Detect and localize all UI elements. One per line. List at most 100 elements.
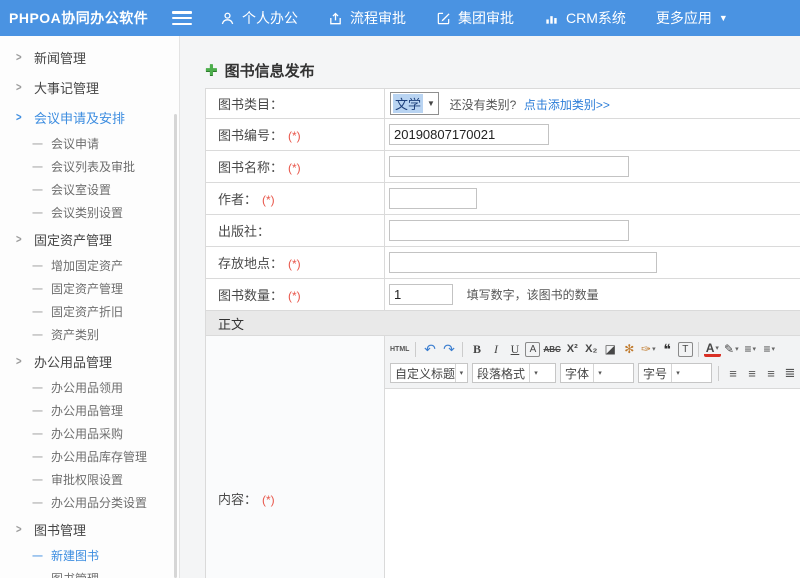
- menu-icon[interactable]: [172, 11, 192, 25]
- quantity-input[interactable]: [389, 284, 453, 305]
- author-row: 作者：(*): [206, 183, 800, 215]
- sidebar-item-add-fixed-asset[interactable]: 一增加固定资产: [0, 254, 179, 277]
- blockquote-button[interactable]: ❝: [659, 340, 676, 358]
- clear-format-button[interactable]: ✻: [621, 340, 638, 358]
- sidebar-item-label: 图书管理: [51, 570, 99, 578]
- required-marker: (*): [262, 493, 275, 507]
- strikethrough-button[interactable]: ABC: [542, 340, 561, 358]
- sidebar-item-meeting-category-settings[interactable]: 一会议类别设置: [0, 201, 179, 224]
- field-label: 图书类目：: [218, 97, 283, 112]
- location-input[interactable]: [389, 252, 657, 273]
- italic-button[interactable]: I: [487, 340, 504, 358]
- font-border-button[interactable]: A: [525, 342, 540, 357]
- nav-label: 更多应用: [656, 8, 712, 28]
- sidebar-item-label: 固定资产折旧: [51, 303, 123, 320]
- sidebar-group-meeting[interactable]: >会议申请及安排: [0, 102, 179, 132]
- underline-button[interactable]: U: [506, 340, 523, 358]
- sidebar-group-books[interactable]: >图书管理: [0, 514, 179, 544]
- paste-as-text-button[interactable]: T: [678, 342, 693, 357]
- sidebar-item-new-book[interactable]: 一新建图书: [0, 544, 179, 567]
- quantity-help-text: 填写数字，该图书的数量: [467, 288, 599, 302]
- nav-group-approval[interactable]: 集团审批: [436, 8, 514, 28]
- required-marker: (*): [288, 257, 301, 271]
- editor-toolbar-row1: HTML ↶ ↷ B I U A ABC X²: [388, 338, 800, 360]
- nav-more-apps[interactable]: 更多应用 ▼: [656, 8, 728, 28]
- page-header: ✚ 图书信息发布: [180, 36, 800, 88]
- font-family-select[interactable]: 字体▾: [560, 363, 634, 383]
- custom-title-select[interactable]: 自定义标题▾: [390, 363, 468, 383]
- ordered-list-button[interactable]: ≡▾: [742, 340, 759, 358]
- align-justify-button[interactable]: ≣: [781, 364, 798, 382]
- subscript-button[interactable]: X₂: [583, 340, 600, 358]
- sidebar-item-label: 会议类别设置: [51, 204, 123, 221]
- book-category-row: 图书类目： 文学 ▼ 还没有类别? 点击添加类别>>: [206, 89, 800, 119]
- sidebar-item-label: 办公用品管理: [51, 402, 123, 419]
- caret-down-icon: ▾: [715, 344, 719, 352]
- sidebar-item-fixed-asset-depreciation[interactable]: 一固定资产折旧: [0, 300, 179, 323]
- selected-option: 文学: [393, 94, 423, 113]
- align-left-button[interactable]: ≡: [724, 364, 741, 382]
- sidebar-item-supplies-management[interactable]: 一办公用品管理: [0, 399, 179, 422]
- author-input[interactable]: [389, 188, 477, 209]
- nav-crm-system[interactable]: CRM系统: [544, 8, 626, 28]
- sidebar-group-office-supplies[interactable]: > 办公用品管理: [0, 346, 179, 376]
- editor-content-area[interactable]: [385, 389, 800, 578]
- unordered-list-button[interactable]: ≡▾: [761, 340, 778, 358]
- sidebar-group-fixed-assets[interactable]: >固定资产管理: [0, 224, 179, 254]
- sidebar-item-supplies-purchase[interactable]: 一办公用品采购: [0, 422, 179, 445]
- undo-button[interactable]: ↶: [421, 340, 438, 358]
- bold-button[interactable]: B: [468, 340, 485, 358]
- align-center-button[interactable]: ≡: [743, 364, 760, 382]
- nav-label: 集团审批: [458, 8, 514, 28]
- sidebar-scrollbar[interactable]: [174, 114, 177, 578]
- sidebar-item-supplies-inventory[interactable]: 一办公用品库存管理: [0, 445, 179, 468]
- sidebar-item-meeting-list-approval[interactable]: 一会议列表及审批: [0, 155, 179, 178]
- plus-icon: ✚: [205, 61, 218, 79]
- eraser-button[interactable]: ◪: [602, 340, 619, 358]
- editor-toolbar: HTML ↶ ↷ B I U A ABC X²: [385, 336, 800, 389]
- sidebar-item-supplies-requisition[interactable]: 一办公用品领用: [0, 376, 179, 399]
- book-category-select[interactable]: 文学 ▼: [390, 92, 439, 115]
- sidebar-item-label: 会议申请: [51, 135, 99, 152]
- select-label: 字体: [561, 365, 593, 382]
- sidebar-item-approval-permission-settings[interactable]: 一审批权限设置: [0, 468, 179, 491]
- sidebar-item-meeting-apply[interactable]: 一会议申请: [0, 132, 179, 155]
- add-category-link[interactable]: 点击添加类别>>: [524, 98, 610, 112]
- chevron-right-icon: >: [16, 354, 24, 368]
- sidebar-item-label: 新闻管理: [34, 48, 86, 67]
- sidebar-item-supplies-category-settings[interactable]: 一办公用品分类设置: [0, 491, 179, 514]
- sidebar-item-fixed-asset-management[interactable]: 一固定资产管理: [0, 277, 179, 300]
- book-name-input[interactable]: [389, 156, 629, 177]
- font-color-button[interactable]: A▾: [704, 342, 721, 357]
- highlight-pen-button[interactable]: ✎▾: [723, 340, 740, 358]
- flow-approve-icon: [328, 11, 343, 26]
- sidebar-item-meeting-room-settings[interactable]: 一会议室设置: [0, 178, 179, 201]
- dash-icon: 一: [32, 304, 43, 320]
- font-size-select[interactable]: 字号▾: [638, 363, 712, 383]
- paragraph-format-select[interactable]: 段落格式▾: [472, 363, 556, 383]
- sidebar-item-label: 办公用品管理: [34, 352, 112, 371]
- sidebar-item-label: 固定资产管理: [51, 280, 123, 297]
- caret-down-icon: ▾: [652, 345, 656, 353]
- caret-down-icon: ▼: [427, 99, 435, 108]
- sidebar-item-book-management[interactable]: 一图书管理: [0, 567, 179, 578]
- publisher-input[interactable]: [389, 220, 629, 241]
- quantity-row: 图书数量：(*) 填写数字，该图书的数量: [206, 279, 800, 311]
- redo-button[interactable]: ↷: [440, 340, 457, 358]
- nav-personal-office[interactable]: 个人办公: [220, 8, 298, 28]
- sidebar-item-asset-category[interactable]: 一资产类别: [0, 323, 179, 346]
- field-label: 出版社：: [218, 224, 270, 239]
- toolbar-separator: [698, 342, 699, 357]
- align-right-button[interactable]: ≡: [762, 364, 779, 382]
- required-marker: (*): [288, 129, 301, 143]
- format-brush-button[interactable]: ✑▾: [640, 340, 657, 358]
- sidebar-item-label: 新建图书: [51, 547, 99, 564]
- book-code-input[interactable]: [389, 124, 549, 145]
- html-source-button[interactable]: HTML: [389, 340, 410, 358]
- sidebar-group-memorabilia[interactable]: >大事记管理: [0, 72, 179, 102]
- caret-down-icon: ▾: [593, 364, 606, 382]
- toolbar-separator: [718, 366, 719, 381]
- nav-workflow-approval[interactable]: 流程审批: [328, 8, 406, 28]
- superscript-button[interactable]: X²: [564, 340, 581, 358]
- sidebar-group-news[interactable]: >新闻管理: [0, 42, 179, 72]
